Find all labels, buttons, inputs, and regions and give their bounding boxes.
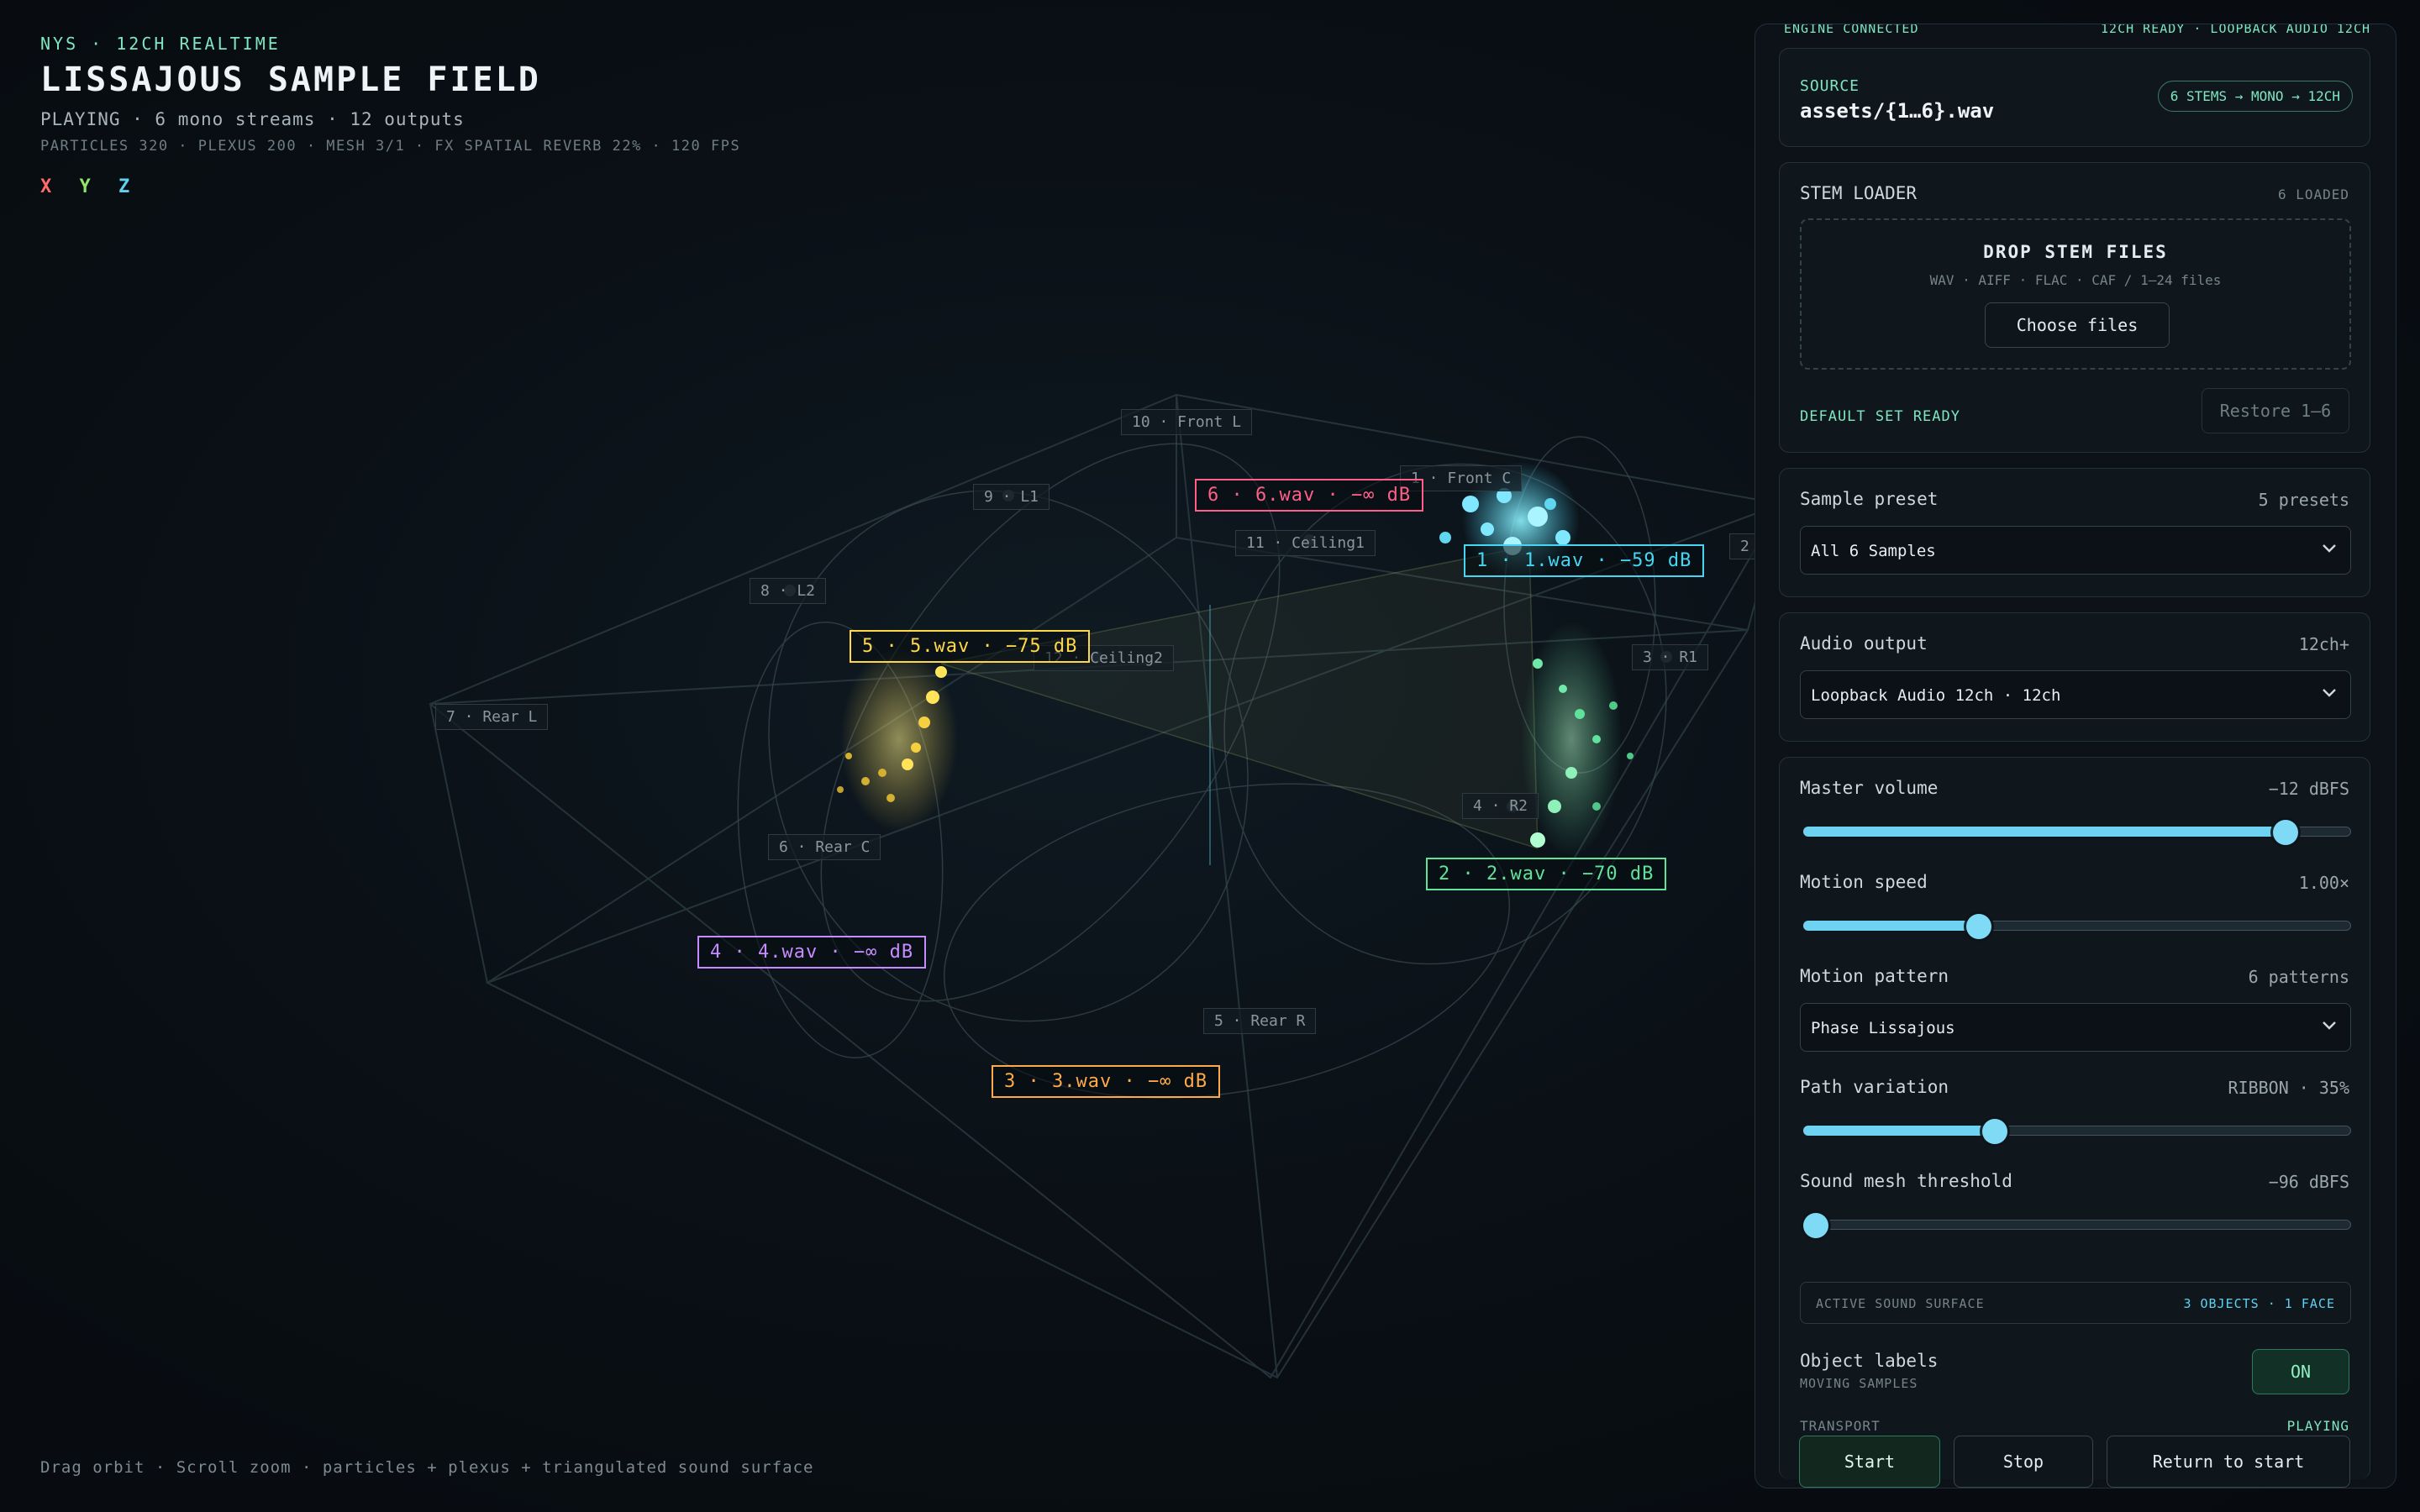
speaker-label: 11 · Ceiling1 [1235,530,1376,556]
master-volume-value: −12 dBFS [2268,779,2349,799]
axis-x-label: X [40,176,54,197]
page-title: LISSAJOUS SAMPLE FIELD [40,60,541,99]
interaction-hint: Drag orbit · Scroll zoom · particles + p… [40,1458,814,1477]
active-surface-value: 3 OBJECTS · 1 FACE [2183,1296,2335,1311]
sample-preset-count: 5 presets [2258,490,2349,510]
default-set-status: DEFAULT SET READY [1800,408,1960,425]
object-label[interactable]: 5 · 5.wav · −75 dB [850,630,1091,663]
restore-button[interactable]: Restore 1–6 [2202,388,2349,433]
chevron-down-icon [2323,689,2336,697]
motion-controls-card: Master volume −12 dBFS Motion speed 1.00… [1779,757,2370,1479]
hud-kicker: NYS · 12CH REALTIME [40,34,281,54]
object-label[interactable]: 4 · 4.wav · −∞ dB [697,936,927,969]
transport-label: TRANSPORT [1800,1418,1881,1434]
stem-count: 6 LOADED [2277,186,2349,202]
speaker-label: 4 · R2 [1462,793,1539,819]
motion-pattern-select[interactable]: Phase Lissajous [1800,1003,2351,1052]
source-path: assets/{1…6}.wav [1800,99,1995,123]
sample-preset-value: All 6 Samples [1811,542,1936,560]
object-labels-toggle[interactable]: ON [2252,1349,2349,1394]
axis-z-label: Z [118,176,132,197]
motion-speed-label: Motion speed [1800,872,1928,892]
mesh-threshold-value: −96 dBFS [2268,1172,2349,1192]
drop-zone[interactable]: DROP STEM FILES WAV · AIFF · FLAC · CAF … [1800,218,2351,370]
motion-speed-value: 1.00× [2298,873,2349,893]
speaker-label: 3 · R1 [1632,644,1709,670]
slider-thumb[interactable] [1982,1119,2008,1144]
stem-loader-card: STEM LOADER 6 LOADED DROP STEM FILES WAV… [1779,162,2370,453]
control-panel[interactable]: ENGINE CONNECTED 12CH READY · LOOPBACK A… [1754,24,2396,1488]
audio-output-card: Audio output 12ch+ Loopback Audio 12ch ·… [1779,612,2370,742]
transport-state: PLAYING [2286,1418,2349,1434]
sample-preset-select[interactable]: All 6 Samples [1800,526,2351,575]
sample-preset-label: Sample preset [1800,489,1939,509]
particle-cloud-green [1521,622,1634,857]
audio-output-label: Audio output [1800,633,1928,654]
object-labels-sub: MOVING SAMPLES [1800,1376,1918,1391]
path-variation-value: RIBBON · 35% [2228,1078,2350,1098]
motion-speed-slider[interactable] [1803,914,2351,939]
slider-thumb[interactable] [2272,820,2298,845]
motion-pattern-count: 6 patterns [2248,967,2349,987]
source-card: SOURCE assets/{1…6}.wav 6 STEMS → MONO →… [1779,48,2370,147]
source-label: SOURCE [1800,77,1860,95]
object-label[interactable]: 3 · 3.wav · −∞ dB [992,1065,1221,1098]
source-badge: 6 STEMS → MONO → 12CH [2157,81,2353,112]
path-variation-slider[interactable] [1803,1119,2351,1144]
axis-y-label: Y [79,176,92,197]
speaker-label: 10 · Front L [1121,409,1253,435]
particle-cloud-yellow [837,647,958,832]
speaker-label: 8 · L2 [750,578,827,604]
output-status: 12CH READY · LOOPBACK AUDIO 12CH [2101,24,2370,36]
drop-zone-formats: WAV · AIFF · FLAC · CAF / 1–24 files [1929,272,2222,288]
stem-loader-title: STEM LOADER [1800,183,1918,203]
object-label[interactable]: 2 · 2.wav · −70 dB [1426,858,1667,890]
speaker-label: 6 · Rear C [768,834,881,860]
sample-preset-card: Sample preset 5 presets All 6 Samples [1779,468,2370,597]
choose-files-button[interactable]: Choose files [1985,302,2170,348]
motion-pattern-label: Motion pattern [1800,966,1949,986]
chevron-down-icon [2323,544,2336,553]
active-surface-box: ACTIVE SOUND SURFACE 3 OBJECTS · 1 FACE [1800,1282,2351,1324]
return-to-start-button[interactable]: Return to start [2107,1436,2350,1488]
hud: NYS · 12CH REALTIME LISSAJOUS SAMPLE FIE… [40,34,740,197]
render-stats: PARTICLES 320 · PLEXUS 200 · MESH 3/1 · … [40,138,741,155]
audio-output-select[interactable]: Loopback Audio 12ch · 12ch [1800,670,2351,719]
slider-thumb[interactable] [1803,1213,1828,1238]
playback-status: PLAYING · 6 mono streams · 12 outputs [40,109,465,129]
audio-output-count: 12ch+ [2298,634,2349,654]
master-volume-slider[interactable] [1803,820,2351,845]
chevron-down-icon [2323,1021,2336,1030]
active-surface-label: ACTIVE SOUND SURFACE [1816,1296,1985,1311]
axis-legend: X Y Z [40,176,740,197]
path-variation-label: Path variation [1800,1077,1949,1097]
mesh-threshold-slider[interactable] [1803,1213,2351,1238]
object-labels-label: Object labels [1800,1351,1939,1371]
sound-surface [940,545,1539,850]
slider-thumb[interactable] [1965,914,1991,939]
object-label[interactable]: 6 · 6.wav · −∞ dB [1195,479,1424,512]
master-volume-label: Master volume [1800,778,1939,798]
mesh-threshold-label: Sound mesh threshold [1800,1171,2012,1191]
speaker-label: 9 · L1 [973,484,1050,510]
speaker-label: 5 · Rear R [1203,1008,1317,1034]
audio-output-value: Loopback Audio 12ch · 12ch [1811,686,2061,705]
start-button[interactable]: Start [1799,1436,1940,1488]
drop-zone-title: DROP STEM FILES [1983,242,2168,262]
object-label[interactable]: 1 · 1.wav · −59 dB [1464,544,1705,577]
stop-button[interactable]: Stop [1954,1436,2093,1488]
speaker-label: 7 · Rear L [435,704,549,730]
engine-status: ENGINE CONNECTED [1784,24,1919,36]
motion-pattern-value: Phase Lissajous [1811,1019,1955,1037]
